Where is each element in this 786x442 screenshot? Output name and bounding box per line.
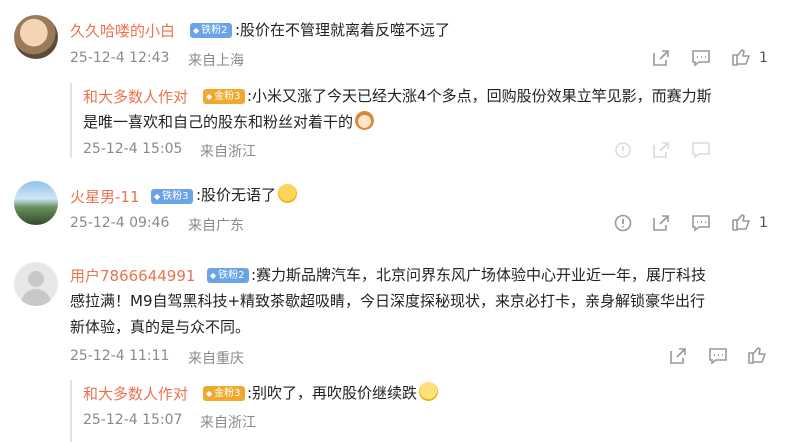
comment-text-line: 感拉满！M9自驾黑科技+精致茶歇超吸睛，今日深度探秘现状，来京必打卡，亲身解锁豪… [70,292,706,310]
comment-icon[interactable] [690,47,712,69]
share-icon[interactable] [650,139,672,161]
like-icon[interactable] [746,344,768,366]
comment-time: 25-12-4 15:07 [83,412,183,428]
comment-time: 25-12-4 11:11 [70,348,170,364]
fan-badge: 金粉3 [203,89,245,104]
avatar[interactable] [14,262,58,306]
comment-text: :股价在不管理就离着反噬不远了 [235,21,451,39]
reply-divider [70,83,72,158]
report-icon[interactable] [612,139,634,161]
fan-badge: 铁粉3 [151,189,193,204]
crying-emoji-icon [278,184,298,203]
username[interactable]: 和大多数人作对 [83,86,188,107]
username[interactable]: 久久哈喽的小白 [70,20,175,41]
like-count: 1 [759,50,768,66]
reply-text-line: 是唯一喜欢和自己的股东和粉丝对着干的 [83,113,354,131]
report-icon[interactable] [612,212,634,234]
comment-text-line: 新体验，真的是与众不同。 [70,318,251,336]
cat-emoji-icon [355,111,375,130]
comment-location: 来自广东 [188,218,244,234]
username[interactable]: 和大多数人作对 [83,383,188,404]
comment-time: 25-12-4 15:05 [83,141,183,157]
username[interactable]: 用户7866644991 [70,265,195,286]
fan-badge: 铁粉2 [207,268,249,283]
comment-location: 来自浙江 [200,144,256,160]
comment-location: 来自重庆 [188,351,244,367]
like-count: 1 [759,215,768,231]
share-icon[interactable] [650,212,672,234]
avatar[interactable] [14,181,58,225]
comment-location: 来自浙江 [200,415,256,431]
comment-time: 25-12-4 12:43 [70,50,170,66]
comment-location: 来自上海 [188,53,244,69]
like-icon[interactable] [730,46,752,68]
fan-badge: 金粉3 [203,386,245,401]
avatar[interactable] [14,15,58,59]
username[interactable]: 火星男-11 [70,186,140,207]
comment-icon[interactable] [690,212,712,234]
comment-icon[interactable] [707,345,729,367]
comment-text-line: :赛力斯品牌汽车，北京问界东风广场体验中心开业近一年，展厅科技 [251,266,707,284]
share-icon[interactable] [650,47,672,69]
comment-icon[interactable] [690,139,712,161]
comment-text: :股价无语了 [196,186,277,204]
reply-divider [70,380,72,442]
like-icon[interactable] [730,211,752,233]
share-icon[interactable] [667,345,689,367]
fan-badge: 铁粉2 [190,23,232,38]
dizzy-emoji-icon [419,382,439,401]
comment-time: 25-12-4 09:46 [70,215,170,231]
reply-text: :别吹了，再吹股价继续跌 [247,384,418,402]
reply-text-line: :小米又涨了今天已经大涨4个多点，回购股份效果立竿见影，而赛力斯 [247,87,712,105]
